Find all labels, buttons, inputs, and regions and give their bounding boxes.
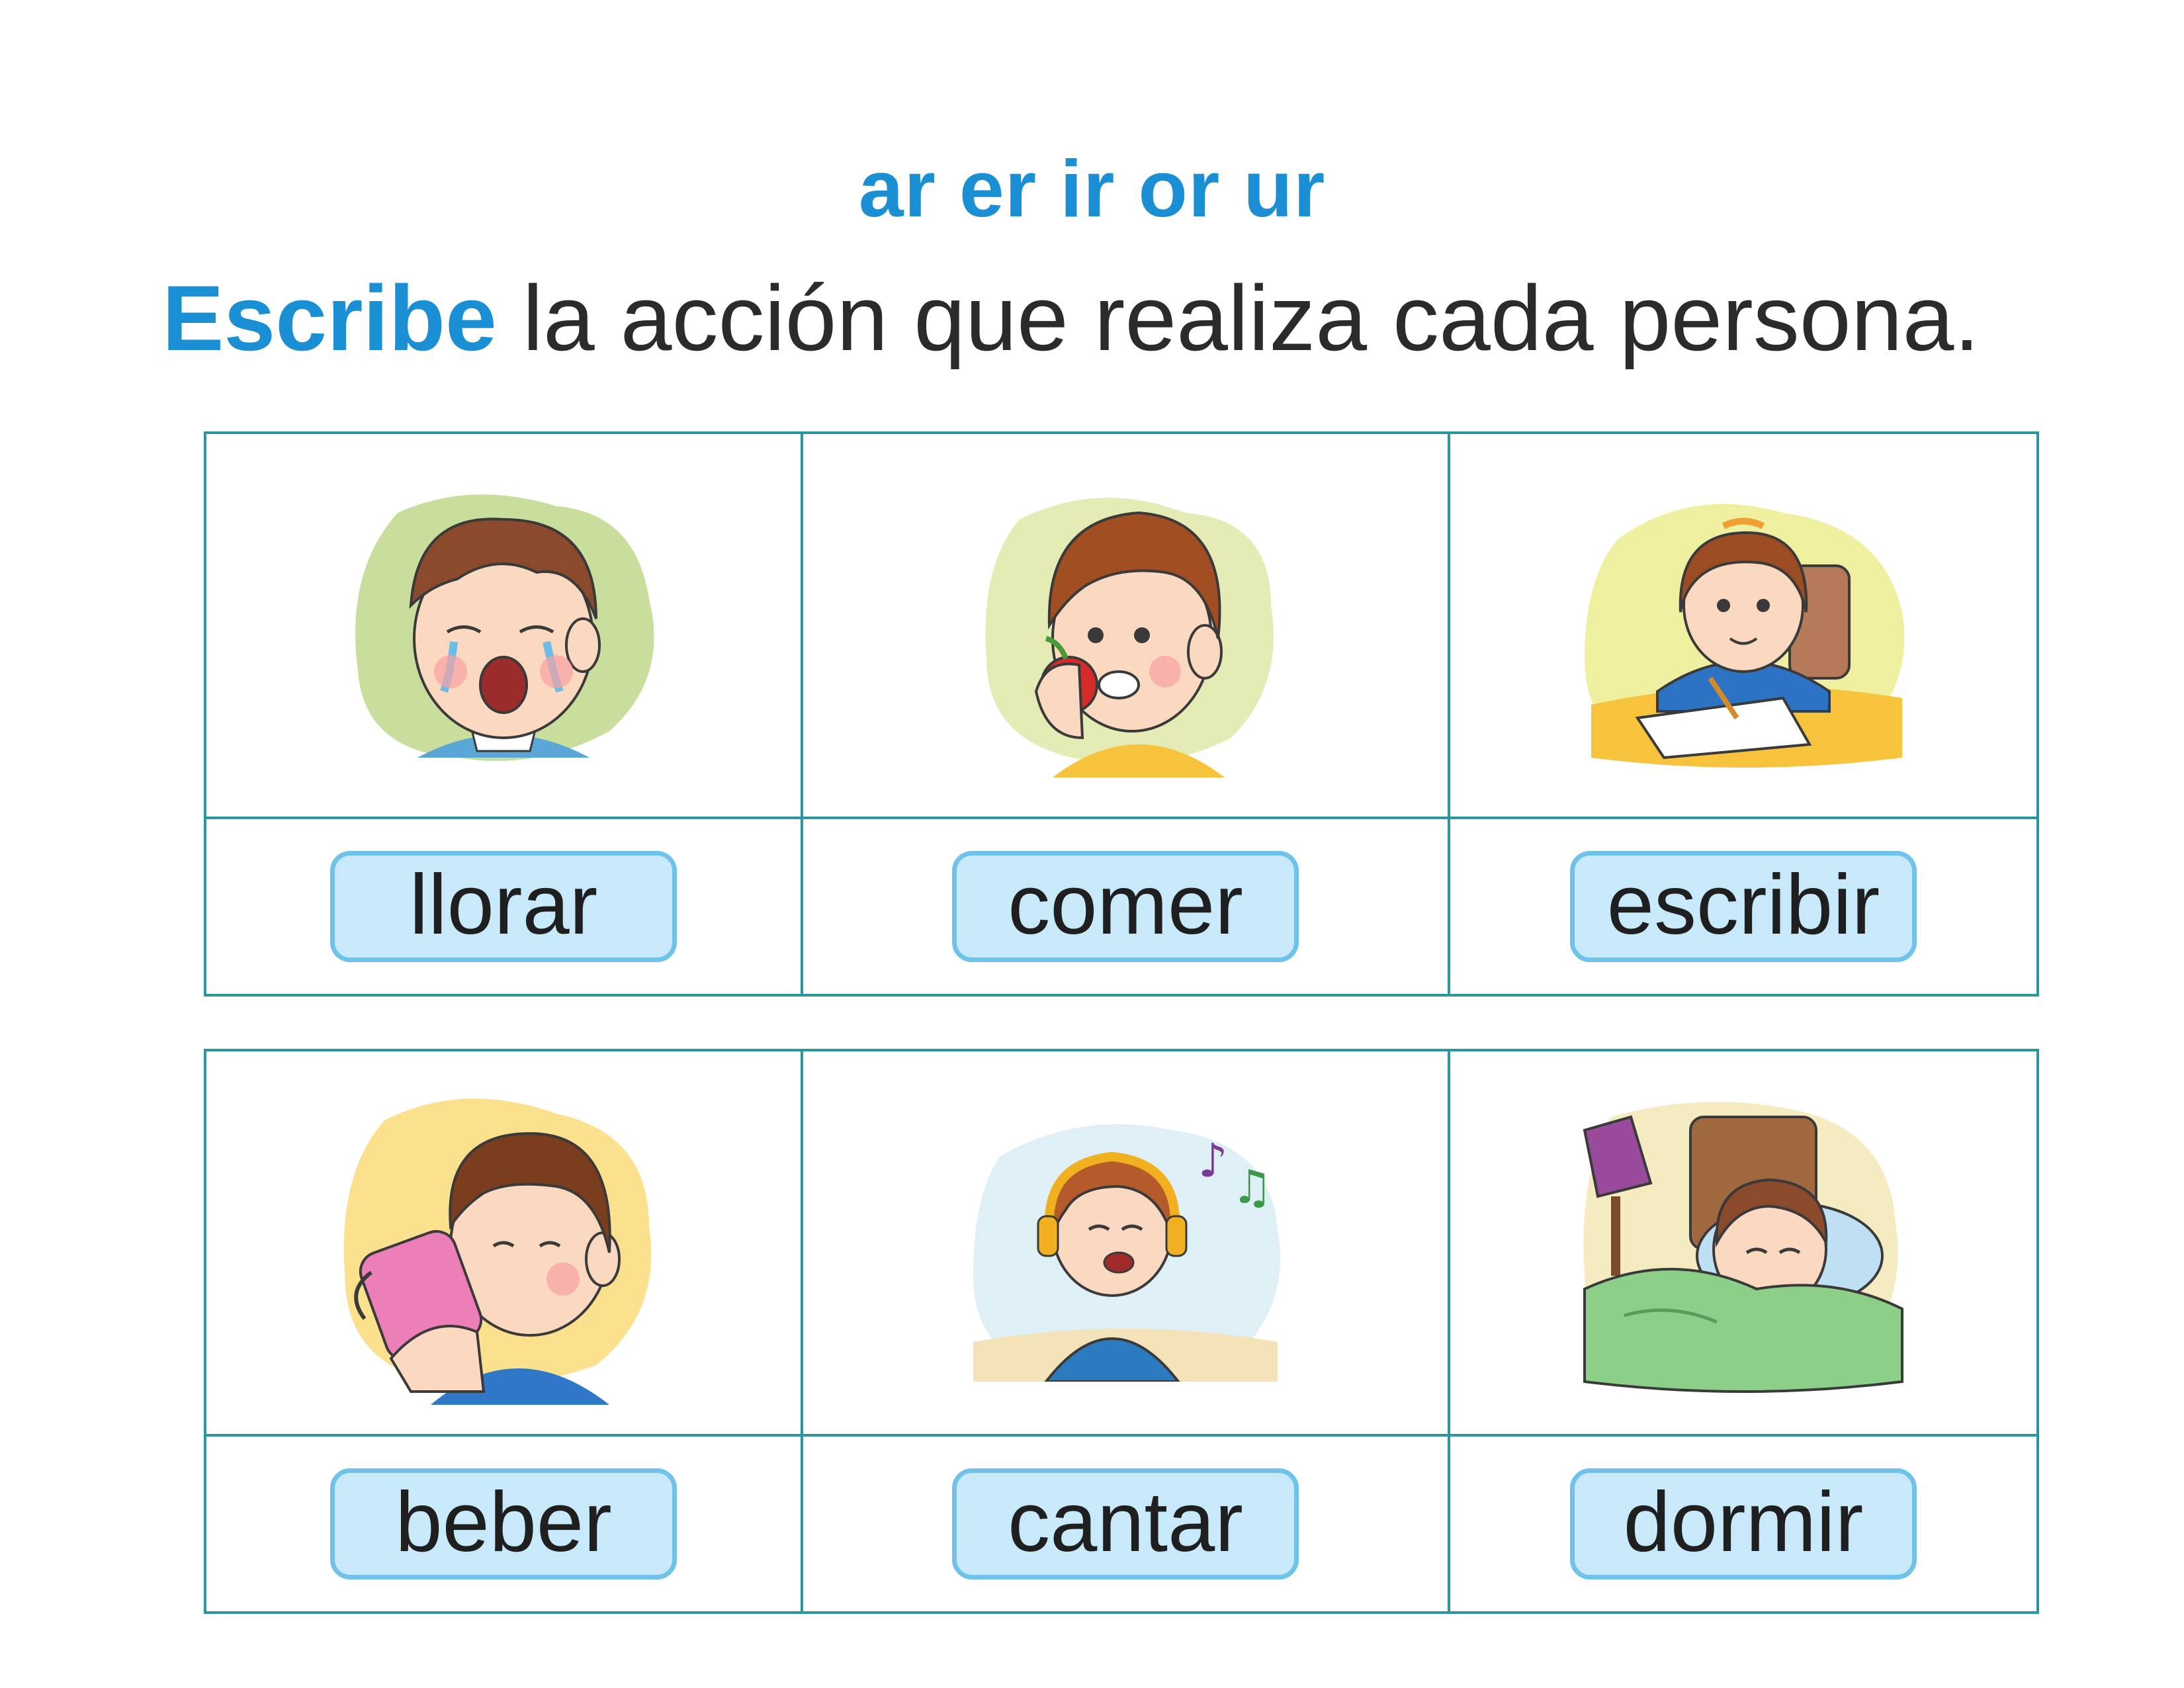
answer-box[interactable]: cantar xyxy=(952,1468,1299,1579)
girl-singing-headphones-icon: ♪ ♫ xyxy=(973,1124,1280,1382)
answer-cell: escribir xyxy=(1448,817,2039,997)
illustration-cell: ♪ ♫ xyxy=(801,1049,1450,1437)
answer-box[interactable]: escribir xyxy=(1570,851,1917,962)
instruction-rest: la acción que realiza cada persona. xyxy=(496,266,1980,370)
activity-table-2: ♪ ♫ beber cantar dormir xyxy=(204,1049,2039,1614)
illustration-cell xyxy=(801,431,1450,819)
boy-drinking-icon xyxy=(343,1098,652,1405)
illustration-cell xyxy=(1448,431,2039,819)
answer-cell: cantar xyxy=(801,1434,1450,1614)
answer-cell: beber xyxy=(204,1434,803,1614)
answer-cell: comer xyxy=(801,817,1450,997)
svg-text:♪: ♪ xyxy=(1198,1133,1228,1188)
illustration-cell xyxy=(204,1049,803,1437)
boy-eating-apple-icon xyxy=(985,498,1274,777)
syllables-subtitle: ar er ir or ur xyxy=(858,144,1326,234)
answer-box[interactable]: beber xyxy=(330,1468,677,1579)
answer-cell: dormir xyxy=(1448,1434,2039,1614)
illustration-cell xyxy=(204,431,803,819)
crying-baby-icon xyxy=(355,494,654,761)
girl-writing-icon xyxy=(1585,504,1905,768)
child-sleeping-icon xyxy=(1583,1102,1903,1393)
illustration-cell xyxy=(1448,1049,2039,1437)
instruction-text: Escribe la acción que realiza cada perso… xyxy=(162,265,1980,372)
answer-box[interactable]: llorar xyxy=(330,851,677,962)
activity-table-1: llorar comer escribir xyxy=(204,431,2039,997)
svg-text:♫: ♫ xyxy=(1231,1160,1273,1214)
instruction-verb: Escribe xyxy=(162,266,497,370)
answer-box[interactable]: dormir xyxy=(1570,1468,1917,1579)
answer-box[interactable]: comer xyxy=(952,851,1299,962)
answer-cell: llorar xyxy=(204,817,803,997)
